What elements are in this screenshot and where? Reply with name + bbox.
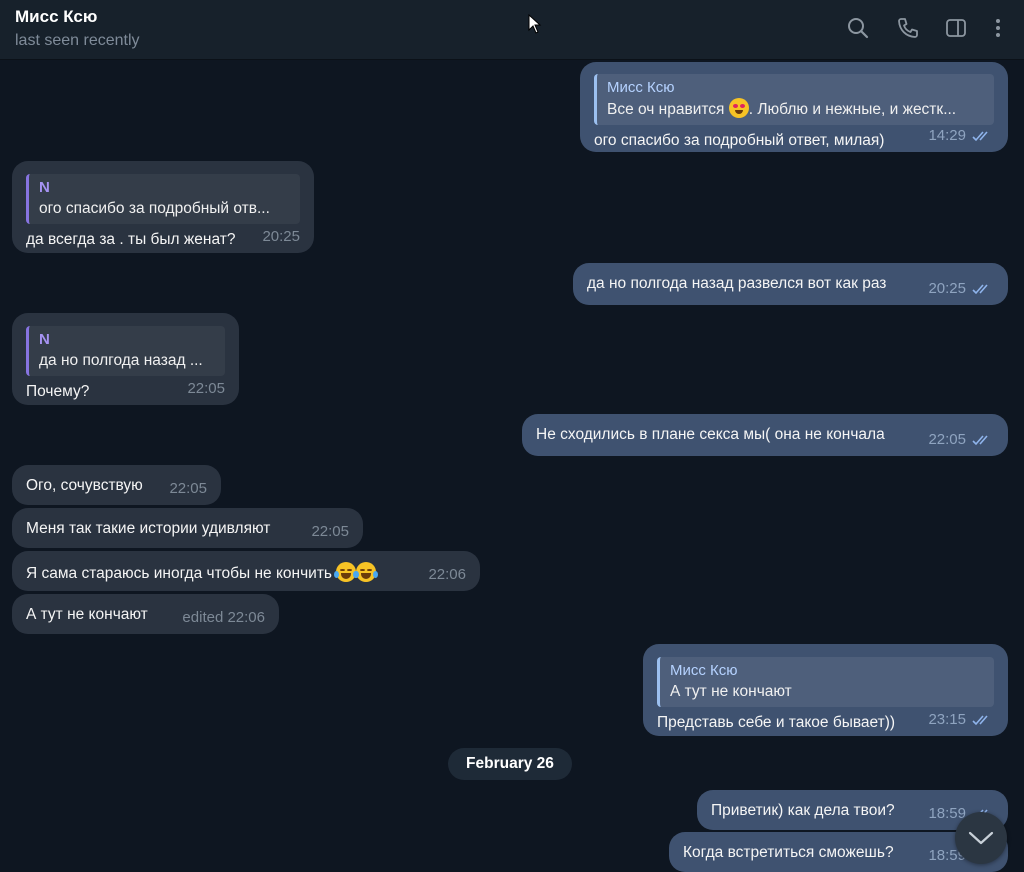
message-meta: 22:06: [428, 565, 466, 585]
reply-text: ого спасибо за подробный отв...: [39, 200, 270, 217]
message-time: edited 22:06: [182, 609, 265, 626]
scroll-to-bottom-button[interactable]: [955, 812, 1007, 864]
message-meta: edited 22:06: [182, 608, 265, 628]
chat-header: Мисс Ксю last seen recently: [0, 0, 1024, 60]
reply-author: N: [39, 331, 50, 348]
reply-preview[interactable]: N ого спасибо за подробный отв...: [26, 174, 300, 224]
message-text: Меня так такие истории удивляют: [26, 520, 271, 537]
message-bubble-incoming[interactable]: А тут не кончают edited 22:06: [12, 594, 279, 634]
contact-name[interactable]: Мисс Ксю: [15, 7, 97, 27]
message-meta: 22:05: [928, 430, 994, 450]
search-icon[interactable]: [844, 14, 872, 42]
message-time: 22:05: [187, 380, 225, 397]
tears-of-joy-emoji-icon: [334, 562, 359, 582]
message-bubble-incoming[interactable]: Ого, сочувствую 22:05: [12, 465, 221, 505]
message-time: 23:15: [928, 711, 966, 728]
message-bubble-outgoing[interactable]: да но полгода назад развелся вот как раз…: [573, 263, 1008, 305]
more-vertical-icon[interactable]: [984, 14, 1012, 42]
double-check-icon: [972, 715, 988, 726]
message-meta: 20:25: [928, 279, 994, 299]
message-time: 20:25: [262, 228, 300, 245]
message-bubble-outgoing[interactable]: Мисс Ксю Все оч нравится . Люблю и нежны…: [580, 62, 1008, 152]
message-meta: 22:05: [169, 479, 207, 499]
reply-author: Мисс Ксю: [607, 79, 675, 96]
double-check-icon: [972, 131, 988, 142]
message-bubble-incoming[interactable]: Я сама стараюсь иногда чтобы не кончить …: [12, 551, 480, 591]
message-time: 20:25: [928, 280, 966, 297]
message-bubble-incoming[interactable]: N ого спасибо за подробный отв... да все…: [12, 161, 314, 253]
message-time: 22:05: [169, 480, 207, 497]
message-bubble-outgoing[interactable]: Мисс Ксю А тут не кончают Представь себе…: [643, 644, 1008, 736]
heart-eyes-emoji-icon: [728, 98, 749, 118]
reply-preview[interactable]: N да но полгода назад ...: [26, 326, 225, 376]
reply-author: Мисс Ксю: [670, 662, 738, 679]
reply-author: N: [39, 179, 50, 196]
reply-preview[interactable]: Мисс Ксю А тут не кончают: [657, 657, 994, 707]
double-check-icon: [972, 284, 988, 295]
message-text: Не сходились в плане секса мы( она не ко…: [536, 426, 885, 443]
contact-status: last seen recently: [15, 32, 140, 49]
reply-text: Все оч нравится . Люблю и нежные, и жест…: [607, 98, 984, 121]
tears-of-joy-emoji-icon: [354, 562, 379, 582]
mouse-cursor-icon: [528, 13, 542, 39]
reply-preview[interactable]: Мисс Ксю Все оч нравится . Люблю и нежны…: [594, 74, 994, 125]
chevron-down-icon: [968, 831, 994, 845]
message-meta: 14:29: [928, 126, 994, 146]
reply-text: да но полгода назад ...: [39, 352, 203, 369]
message-bubble-outgoing[interactable]: Не сходились в плане секса мы( она не ко…: [522, 414, 1008, 456]
message-time: 22:05: [311, 523, 349, 540]
message-meta: 22:05: [187, 379, 225, 399]
sidebar-icon[interactable]: [942, 14, 970, 42]
message-text: да всегда за . ты был женат?: [26, 231, 236, 248]
phone-icon[interactable]: [894, 14, 922, 42]
double-check-icon: [972, 435, 988, 446]
message-meta: 22:05: [311, 522, 349, 542]
message-time: 22:06: [428, 566, 466, 583]
date-separator: February 26: [448, 748, 572, 780]
message-list[interactable]: Мисс Ксю Все оч нравится . Люблю и нежны…: [0, 60, 1024, 872]
message-time: 14:29: [928, 127, 966, 144]
reply-text: А тут не кончают: [670, 683, 792, 700]
message-text: Я сама стараюсь иногда чтобы не кончить: [26, 562, 466, 584]
message-bubble-incoming[interactable]: Меня так такие истории удивляют 22:05: [12, 508, 363, 548]
message-meta: 20:25: [262, 227, 300, 247]
message-bubble-incoming[interactable]: N да но полгода назад ... Почему? 22:05: [12, 313, 239, 405]
message-meta: 23:15: [928, 710, 994, 730]
message-time: 22:05: [928, 431, 966, 448]
